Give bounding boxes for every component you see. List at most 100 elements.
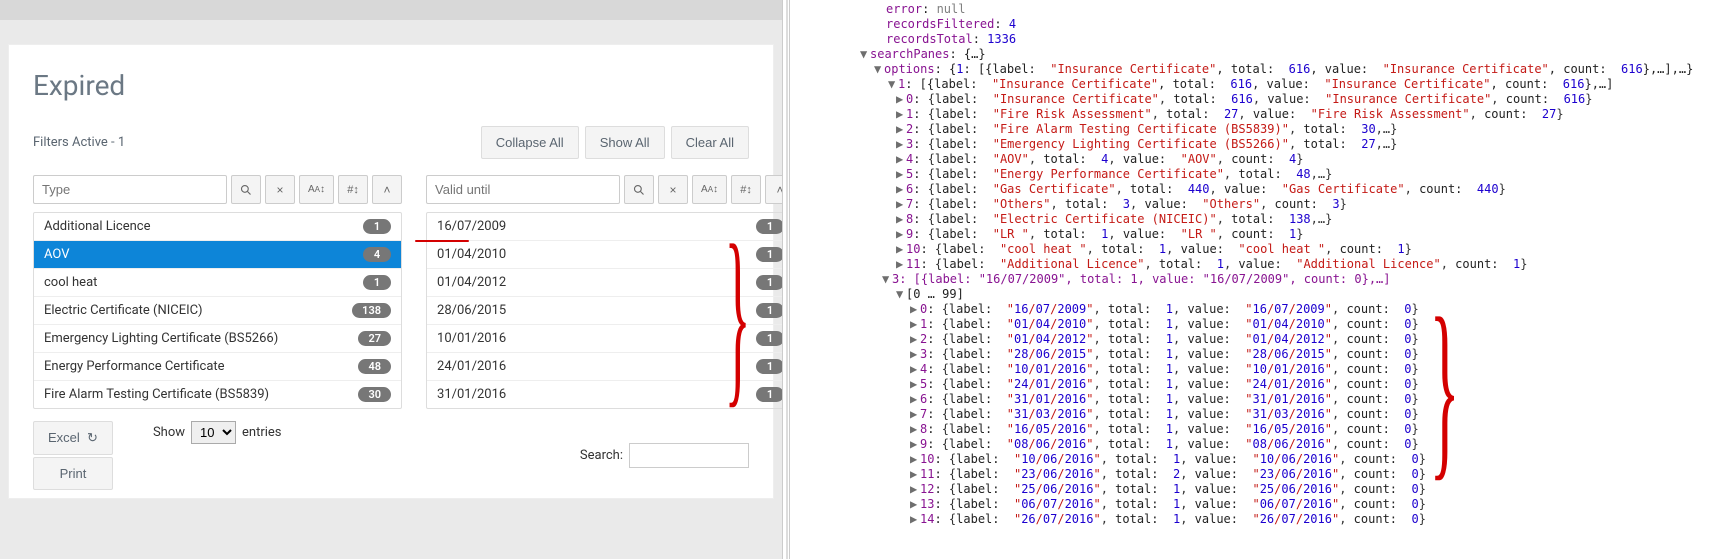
clear-all-button[interactable]: Clear All [671,126,749,159]
pane-item-count: 27 [358,331,391,346]
pane-item-label: 28/06/2015 [437,303,506,318]
json-node[interactable]: error: null [790,2,1711,17]
entries-label: entries [242,425,282,440]
print-button[interactable]: Print [33,457,113,490]
page-title: Expired [33,69,749,102]
json-node[interactable]: ▶7: {label: "Others", total: 3, value: "… [790,197,1711,212]
pane-item[interactable]: 31/01/20161 [427,381,782,408]
clear-filter-button[interactable]: × [265,175,295,204]
json-node[interactable]: ▶6: {label: "Gas Certificate", total: 44… [790,182,1711,197]
show-all-button[interactable]: Show All [585,126,665,159]
pane-item-label: 01/04/2012 [437,275,506,290]
pane-item-label: cool heat [44,275,97,290]
json-node[interactable]: ▶9: {label: "LR ", total: 1, value: "LR … [790,227,1711,242]
pane-item-count: 1 [756,331,782,346]
search-icon[interactable] [231,175,261,204]
refresh-icon: ↻ [87,430,98,446]
json-node[interactable]: ▶0: {label: "Insurance Certificate", tot… [790,92,1711,107]
json-node[interactable]: ▶10: {label: "cool heat ", total: 1, val… [790,242,1711,257]
pane-item-label: Energy Performance Certificate [44,359,225,374]
sort-num-button[interactable]: #↕ [338,175,368,204]
pane-item-count: 138 [352,303,391,318]
json-node[interactable]: ▶11: {label: "Additional Licence", total… [790,257,1711,272]
json-node[interactable]: ▶11: {label: "23/06/2016", total: 2, val… [790,467,1711,482]
topbar [0,0,782,20]
json-node[interactable]: ▶8: {label: "16/05/2016", total: 1, valu… [790,422,1711,437]
collapse-pane-button[interactable]: ˄ [765,175,782,204]
pane-item-count: 1 [756,247,782,262]
json-node[interactable]: recordsFiltered: 4 [790,17,1711,32]
pane-item[interactable]: cool heat 1 [34,269,401,297]
json-node[interactable]: ▶1: {label: "Fire Risk Assessment", tota… [790,107,1711,122]
pane-item[interactable]: 28/06/2015 1 [427,297,782,325]
collapse-pane-button[interactable]: ˄ [372,175,402,204]
json-node[interactable]: ▶13: {label: "06/07/2016", total: 1, val… [790,497,1711,512]
pane-item[interactable]: 10/01/2016 1 [427,325,782,353]
json-node[interactable]: ▶10: {label: "10/06/2016", total: 1, val… [790,452,1711,467]
json-node[interactable]: ▼[0 … 99] [790,287,1711,302]
json-node[interactable]: ▶14: {label: "26/07/2016", total: 1, val… [790,512,1711,527]
json-node[interactable]: ▶2: {label: "01/04/2012", total: 1, valu… [790,332,1711,347]
sort-num-button[interactable]: #↕ [731,175,761,204]
pane-item-label: Emergency Lighting Certificate (BS5266) [44,331,278,346]
json-node[interactable]: ▶3: {label: "28/06/2015", total: 1, valu… [790,347,1711,362]
valid-filter-input[interactable] [426,175,620,204]
pane-item-count: 4 [363,247,391,262]
json-node[interactable]: ▶7: {label: "31/03/2016", total: 1, valu… [790,407,1711,422]
json-node[interactable]: ▶5: {label: "Energy Performance Certific… [790,167,1711,182]
excel-button[interactable]: Excel ↻ [33,421,113,455]
pane-item[interactable]: 01/04/2012 1 [427,269,782,297]
pane-item-count: 1 [756,275,782,290]
pane-item-label: 10/01/2016 [437,331,506,346]
devtools-json-panel: error: nullrecordsFiltered: 4recordsTota… [790,0,1711,559]
annotation-underline [415,240,469,242]
json-node[interactable]: ▶1: {label: "01/04/2010", total: 1, valu… [790,317,1711,332]
pane-item-count: 1 [756,387,782,402]
pane-item[interactable]: 01/04/2010 1 [427,241,782,269]
clear-filter-button[interactable]: × [658,175,688,204]
pane-item-label: Fire Alarm Testing Certificate (BS5839) [44,387,269,402]
json-node[interactable]: ▼options: {1: [{label: "Insurance Certif… [790,62,1711,77]
expired-card: Expired Filters Active - 1 Collapse All … [8,44,774,499]
json-node[interactable]: ▶9: {label: "08/06/2016", total: 1, valu… [790,437,1711,452]
sort-alpha-button[interactable]: AA↕ [692,175,727,204]
json-node[interactable]: ▶8: {label: "Electric Certificate (NICEI… [790,212,1711,227]
search-label: Search: [580,448,623,463]
search-input[interactable] [629,443,749,468]
json-node[interactable]: ▼1: [{label: "Insurance Certificate", to… [790,77,1711,92]
json-node[interactable]: ▶0: {label: "16/07/2009", total: 1, valu… [790,302,1711,317]
collapse-all-button[interactable]: Collapse All [481,126,579,159]
pane-item-count: 1 [756,219,782,234]
pane-item-label: Electric Certificate (NICEIC) [44,303,203,318]
json-node[interactable]: ▶12: {label: "25/06/2016", total: 1, val… [790,482,1711,497]
pane-item[interactable]: 16/07/2009 1 [427,213,782,241]
pane-item[interactable]: 24/01/20161 [427,353,782,381]
json-node[interactable]: ▶6: {label: "31/01/2016", total: 1, valu… [790,392,1711,407]
pane-item[interactable]: Energy Performance Certificate48 [34,353,401,381]
sort-alpha-button[interactable]: AA↕ [299,175,334,204]
pane-item[interactable]: Fire Alarm Testing Certificate (BS5839)3… [34,381,401,408]
pane-item[interactable]: Electric Certificate (NICEIC) 138 [34,297,401,325]
json-node[interactable]: recordsTotal: 1336 [790,32,1711,47]
pane-item-label: 16/07/2009 [437,219,506,234]
json-node[interactable]: ▼searchPanes: {…} [790,47,1711,62]
type-filter-input[interactable] [33,175,227,204]
pane-item-label: 01/04/2010 [437,247,506,262]
json-node[interactable]: ▶3: {label: "Emergency Lighting Certific… [790,137,1711,152]
page-size-select[interactable]: 10 [191,421,236,444]
pane-item-count: 1 [756,359,782,374]
json-node[interactable]: ▼3: [{label: "16/07/2009", total: 1, val… [790,272,1711,287]
pane-item-count: 1 [756,303,782,318]
pane-item-count: 1 [363,275,391,290]
split-divider[interactable] [782,0,790,559]
search-icon[interactable] [624,175,654,204]
json-node[interactable]: ▶4: {label: "10/01/2016", total: 1, valu… [790,362,1711,377]
pane-item-label: AOV [44,247,70,262]
json-node[interactable]: ▶2: {label: "Fire Alarm Testing Certific… [790,122,1711,137]
pane-item[interactable]: AOV 4 [34,241,401,269]
pane-item[interactable]: Emergency Lighting Certificate (BS5266) 2… [34,325,401,353]
json-node[interactable]: ▶4: {label: "AOV", total: 4, value: "AOV… [790,152,1711,167]
type-pane-list: Additional Licence1 AOV 4 cool heat 1 Electri… [33,212,402,409]
pane-item[interactable]: Additional Licence1 [34,213,401,241]
json-node[interactable]: ▶5: {label: "24/01/2016", total: 1, valu… [790,377,1711,392]
